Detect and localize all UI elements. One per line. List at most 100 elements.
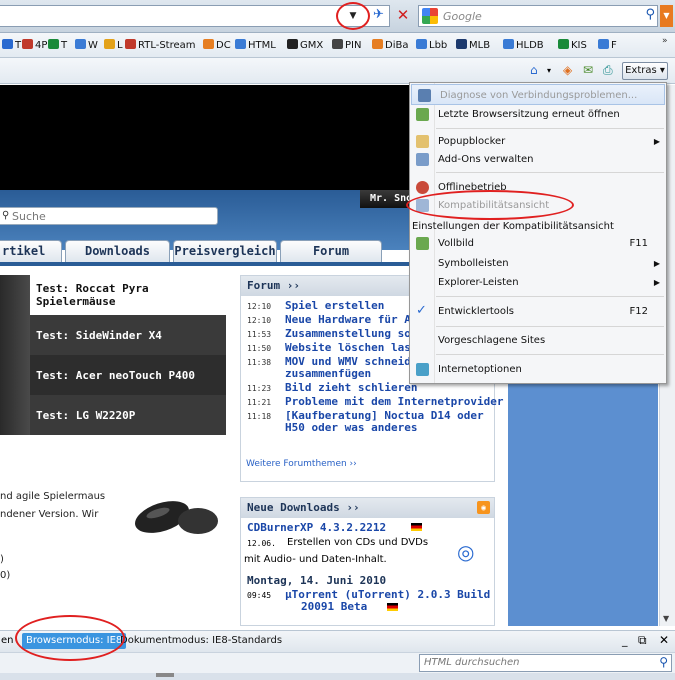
download-link-line2[interactable]: 20091 Beta	[301, 600, 367, 613]
favorite-icon	[332, 39, 343, 49]
rss-icon[interactable]: ◉	[477, 501, 490, 514]
forum-time: 11:53	[247, 330, 272, 339]
favorite-link[interactable]: F	[598, 39, 617, 51]
favorite-link[interactable]: Lbb	[416, 39, 447, 51]
article-text-line: nd agile Spielermaus	[0, 491, 106, 502]
favorite-link[interactable]: MLB	[456, 39, 490, 51]
menu-item-diagnose[interactable]: Diagnose von Verbindungsproblemen...	[411, 84, 665, 105]
compatibility-view-icon[interactable]: ✈	[373, 7, 384, 22]
annotation-circle	[336, 2, 370, 30]
forum-topic-link[interactable]: Website löschen lasse	[285, 342, 424, 354]
menu-item-internet-options[interactable]: Internetoptionen	[410, 359, 666, 380]
favorite-link[interactable]: L	[104, 39, 123, 51]
favorite-link[interactable]: HTML	[235, 39, 276, 51]
menu-item-restore-session[interactable]: Letzte Browsersitzung erneut öffnen	[410, 104, 666, 125]
teaser-item[interactable]: Test: SideWinder X4	[30, 315, 226, 355]
tab-downloads[interactable]: Downloads	[65, 240, 170, 262]
forum-more-link[interactable]: Weitere Forumthemen ››	[246, 459, 357, 469]
teaser-item[interactable]: Test: Acer neoTouch P400	[30, 355, 226, 395]
download-time: 09:45	[247, 591, 272, 600]
menu-separator	[436, 354, 664, 355]
extras-menu: Diagnose von Verbindungsproblemen... Let…	[409, 82, 667, 384]
downloads-title[interactable]: Neue Downloads ›› ◉	[241, 498, 494, 518]
favorite-link[interactable]: T	[48, 39, 67, 51]
site-search-input[interactable]: ⚲ Suche	[0, 207, 218, 225]
menu-item-fullscreen[interactable]: Vollbild F11	[410, 233, 666, 254]
favorite-link[interactable]: W	[75, 39, 98, 51]
favorite-icon	[2, 39, 13, 49]
read-mail-icon[interactable]: ✉	[583, 63, 593, 77]
favorite-link[interactable]: GMX	[287, 39, 323, 51]
annotation-circle	[406, 190, 574, 220]
forum-topic-link[interactable]: Probleme mit dem Internetprovider	[285, 396, 504, 408]
favorite-link[interactable]: KIS	[558, 39, 587, 51]
bottom-strip	[0, 673, 675, 680]
favorite-link[interactable]: HLDB	[503, 39, 544, 51]
address-field[interactable]	[0, 5, 390, 27]
search-icon[interactable]: ⚲	[659, 655, 668, 669]
mouse-product-image	[135, 501, 218, 534]
favorite-icon	[372, 39, 383, 49]
menu-item-suggested-sites[interactable]: Vorgeschlagene Sites	[410, 330, 666, 351]
menu-item-addons[interactable]: Add-Ons verwalten	[410, 149, 666, 170]
forum-topic-link-line2[interactable]: zusammenfügen	[285, 368, 371, 380]
minimize-icon[interactable]: _	[622, 634, 628, 647]
scroll-down-icon[interactable]: ▼	[663, 614, 669, 623]
favorite-icon	[75, 39, 86, 49]
stop-button[interactable]: ✕	[394, 5, 412, 25]
forum-topic-link[interactable]: Neue Hardware für Al	[285, 314, 417, 326]
german-flag-icon	[411, 523, 422, 531]
popup-blocker-icon	[416, 135, 429, 148]
favorite-icon	[416, 39, 427, 49]
close-icon[interactable]: ✕	[659, 633, 669, 647]
undock-icon[interactable]: ⧉	[638, 633, 647, 648]
forum-row[interactable]: 11:18 [Kaufberatung] Noctua D14 oder H50 o…	[241, 410, 494, 436]
favorite-link[interactable]: 4P	[22, 39, 47, 51]
home-icon[interactable]: ⌂	[530, 63, 538, 77]
feeds-icon[interactable]: ◈	[563, 63, 572, 77]
extras-menu-button[interactable]: Extras ▾	[622, 62, 668, 80]
html-search-input[interactable]: HTML durchsuchen ⚲	[419, 654, 672, 672]
search-placeholder: Google	[443, 10, 482, 23]
favorite-icon	[558, 39, 569, 49]
print-icon[interactable]: ⎙	[603, 63, 613, 78]
submenu-arrow-icon: ▶	[653, 278, 660, 287]
favorite-link[interactable]: RTL-Stream	[125, 39, 196, 51]
restore-session-icon	[416, 108, 429, 121]
tab-artikel[interactable]: rtikel	[0, 240, 62, 262]
article-text-line: ndener Version. Wir	[0, 509, 99, 520]
favorites-bar: T 4P T W L RTL-Stream DC HTML GMX PIN Di…	[0, 33, 675, 58]
home-dropdown-icon[interactable]: ▾	[547, 66, 551, 75]
menu-item-explorer-bars[interactable]: Explorer-Leisten ▶	[410, 272, 666, 293]
download-link[interactable]: CDBurnerXP 4.3.2.2212	[247, 521, 386, 534]
favorite-icon	[287, 39, 298, 49]
forum-topic-link[interactable]: Spiel erstellen	[285, 300, 384, 312]
forum-topic-link[interactable]: Zusammenstellung so	[285, 328, 411, 340]
menu-separator	[436, 326, 664, 327]
favorite-link[interactable]: PIN	[332, 39, 361, 51]
menu-item-toolbars[interactable]: Symbolleisten ▶	[410, 253, 666, 274]
offline-icon	[416, 181, 429, 194]
scroll-thumb[interactable]	[156, 673, 174, 677]
search-dropdown-button[interactable]: ▼	[660, 5, 673, 27]
favorites-overflow-icon[interactable]: »	[662, 36, 668, 46]
tab-forum[interactable]: Forum	[280, 240, 382, 262]
favorite-link[interactable]: DC	[203, 39, 231, 51]
forum-topic-link[interactable]: Bild zieht schlieren	[285, 382, 417, 394]
search-icon[interactable]: ⚲	[645, 7, 655, 22]
forum-row[interactable]: 11:21 Probleme mit dem Internetprovider	[241, 396, 504, 410]
menu-item-devtools[interactable]: ✓ Entwicklertools F12	[410, 301, 666, 322]
document-mode-button[interactable]: Dokumentmodus: IE8-Standards	[120, 635, 282, 646]
teaser-item[interactable]: Test: LG W2220P	[30, 395, 226, 435]
favorite-icon	[203, 39, 214, 49]
favorite-link[interactable]: T	[2, 39, 21, 51]
forum-row[interactable]: 11:23 Bild zieht schlieren	[241, 382, 494, 396]
favorite-link[interactable]: DiBa	[372, 39, 408, 51]
tab-preisvergleich[interactable]: Preisvergleich	[173, 240, 277, 262]
teaser-item[interactable]: Test: Roccat Pyra Spielermäuse	[30, 275, 226, 315]
forum-topic-link-line2[interactable]: H50 oder was anderes	[285, 422, 417, 434]
search-box[interactable]: Google ⚲	[418, 5, 658, 27]
diagnose-icon	[418, 89, 431, 102]
download-description: Erstellen von CDs und DVDs	[287, 537, 429, 548]
internet-options-icon	[416, 363, 429, 376]
